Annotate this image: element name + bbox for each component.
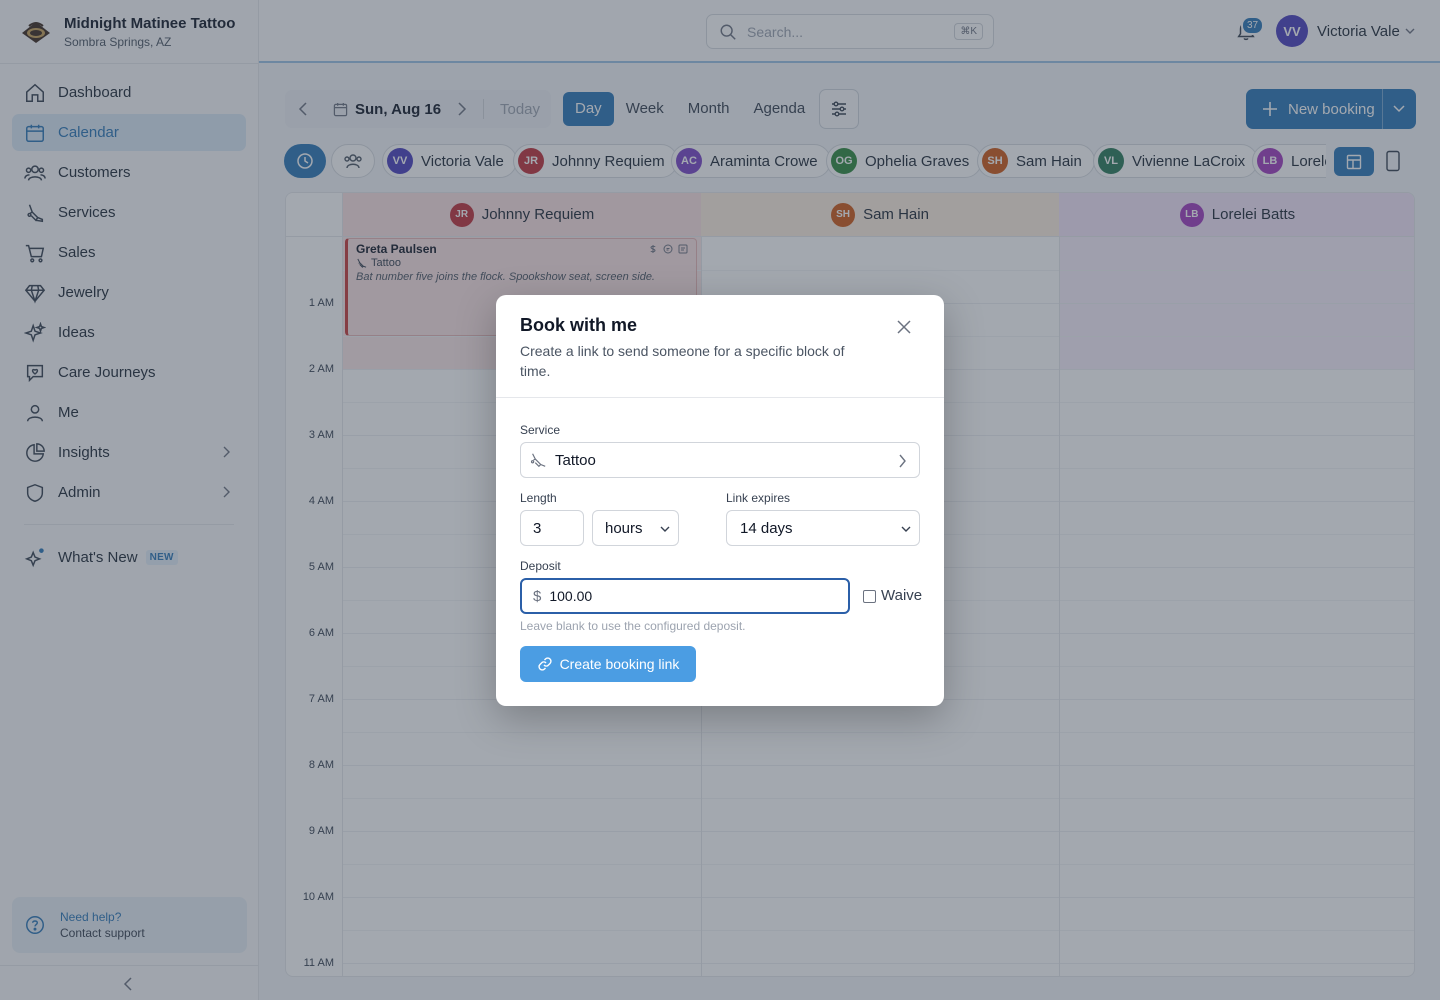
dialog-subtitle: Create a link to send someone for a spec… xyxy=(520,343,845,379)
tattoo-machine-icon xyxy=(530,453,546,468)
deposit-label: Deposit xyxy=(520,559,561,573)
length-value: 3 xyxy=(533,519,542,537)
chevron-down-icon xyxy=(901,526,911,532)
dialog-title: Book with me xyxy=(520,315,638,335)
deposit-value: 100.00 xyxy=(549,588,593,604)
link-expires-select[interactable]: 14 days xyxy=(726,510,920,546)
length-unit-select[interactable]: hours xyxy=(592,510,679,546)
link-expires-label: Link expires xyxy=(726,491,791,505)
deposit-hint: Leave blank to use the configured deposi… xyxy=(520,619,746,633)
deposit-input[interactable]: $ 100.00 xyxy=(520,578,850,614)
length-input[interactable]: 3 xyxy=(520,510,584,546)
create-booking-link-button[interactable]: Create booking link xyxy=(520,646,696,682)
currency-symbol: $ xyxy=(533,587,542,605)
dialog-divider xyxy=(496,397,944,398)
create-booking-link-label: Create booking link xyxy=(559,656,680,672)
service-value: Tattoo xyxy=(555,451,596,469)
service-select[interactable]: Tattoo xyxy=(520,442,920,478)
book-with-me-dialog: Book with me Create a link to send someo… xyxy=(496,295,944,706)
chevron-right-icon xyxy=(899,454,906,468)
waive-checkbox[interactable] xyxy=(863,590,876,603)
link-expires-value: 14 days xyxy=(740,519,793,537)
close-icon[interactable] xyxy=(896,319,912,335)
length-unit-value: hours xyxy=(605,519,643,537)
length-label: Length xyxy=(520,491,557,505)
service-label: Service xyxy=(520,423,561,437)
waive-label[interactable]: Waive xyxy=(881,587,922,604)
link-icon xyxy=(537,657,552,671)
chevron-down-icon xyxy=(660,526,670,532)
